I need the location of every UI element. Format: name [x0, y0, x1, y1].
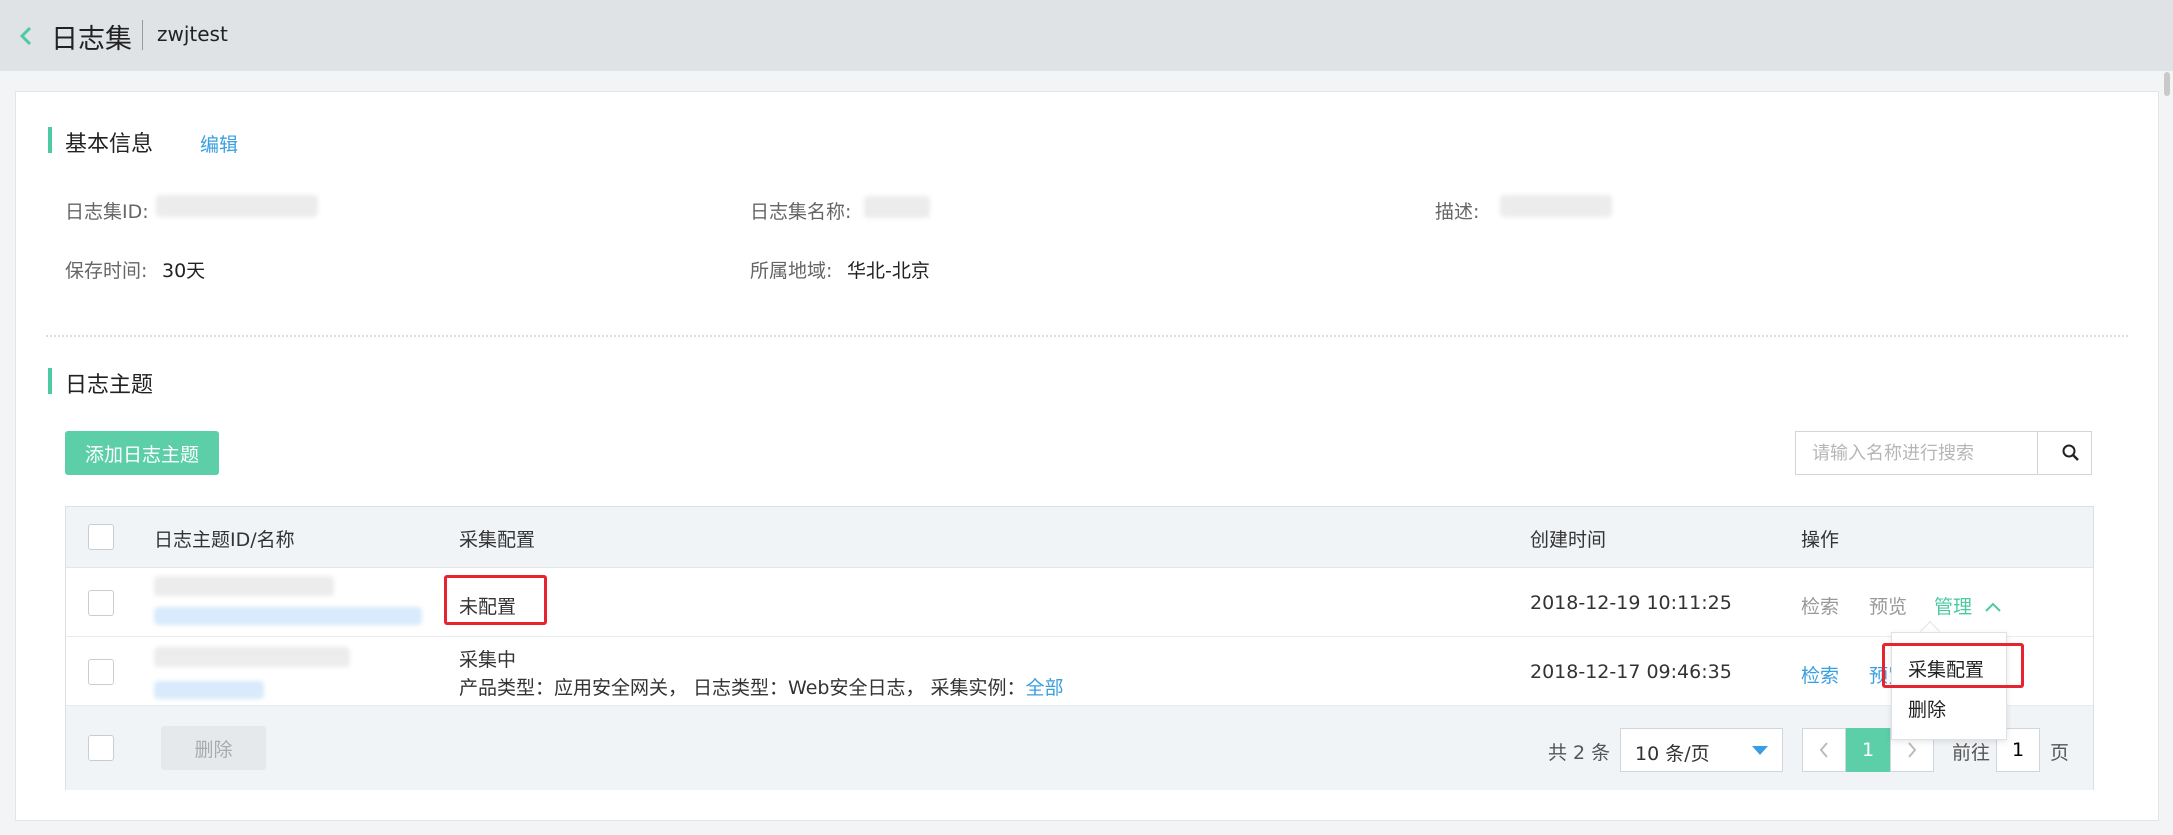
column-header: 日志主题ID/名称 — [154, 529, 295, 551]
edit-link[interactable]: 编辑 — [200, 130, 238, 157]
scrollbar[interactable] — [2164, 72, 2170, 96]
row-checkbox[interactable] — [88, 590, 114, 616]
table-row: 采集中 产品类型：应用安全网关， 日志类型：Web安全日志， 采集实例：全部 2… — [66, 637, 2093, 706]
chevron-right-icon — [1908, 742, 1917, 758]
section-divider — [46, 335, 2128, 337]
table-header: 日志主题ID/名称 采集配置 创建时间 操作 — [66, 507, 2093, 568]
add-topic-button[interactable]: 添加日志主题 — [65, 431, 219, 475]
search-box — [1795, 431, 2092, 475]
config-status: 采集中 — [459, 649, 517, 671]
footer-select-checkbox[interactable] — [88, 735, 114, 761]
batch-delete-button[interactable]: 删除 — [161, 726, 266, 770]
select-all-checkbox[interactable] — [88, 524, 114, 550]
topic-name-redacted[interactable] — [154, 607, 422, 625]
region-value: 华北-北京 — [847, 260, 930, 282]
page-size-select[interactable]: 10 条/页 — [1620, 728, 1783, 772]
prev-page-button[interactable] — [1802, 728, 1846, 772]
page-title: 日志集 — [51, 24, 132, 55]
chevron-up-icon — [1985, 602, 2001, 612]
region-label: 所属地域: — [750, 260, 833, 282]
row-checkbox[interactable] — [88, 659, 114, 685]
table-row: 未配置 2018-12-19 10:11:25 检索 预览 管理 — [66, 568, 2093, 637]
main-card: 基本信息 编辑 日志集ID: 日志集名称: 描述: 保存时间: 30天 所属地域… — [15, 91, 2159, 821]
search-action[interactable]: 检索 — [1801, 592, 1839, 619]
logset-name-label: 日志集名称: — [750, 201, 852, 223]
topic-name-redacted[interactable] — [154, 681, 264, 699]
page-suffix: 页 — [2050, 742, 2070, 764]
instances-all-link[interactable]: 全部 — [1026, 677, 1064, 699]
config-status: 未配置 — [459, 596, 517, 618]
goto-label: 前往 — [1952, 742, 1991, 764]
logset-name-value-redacted — [864, 196, 930, 218]
topics-title: 日志主题 — [65, 373, 154, 398]
topics-table: 日志主题ID/名称 采集配置 创建时间 操作 未配置 2018-12-19 10… — [65, 506, 2094, 790]
column-header: 创建时间 — [1530, 529, 1607, 551]
column-header: 采集配置 — [459, 529, 536, 551]
caret-down-icon — [1752, 746, 1768, 755]
logset-id-label: 日志集ID: — [65, 201, 149, 223]
logset-name: zwjtest — [157, 22, 228, 46]
topic-id-redacted — [154, 576, 334, 596]
topic-id-redacted — [154, 647, 350, 667]
retention-value: 30天 — [162, 260, 206, 282]
created-time: 2018-12-19 10:11:25 — [1530, 592, 1732, 614]
config-detail: 产品类型：应用安全网关， 日志类型：Web安全日志， 采集实例：全部 — [459, 673, 1064, 700]
description-value-redacted — [1500, 195, 1612, 217]
preview-action[interactable]: 预览 — [1869, 592, 1907, 619]
manage-dropdown: 采集配置 删除 — [1891, 632, 2007, 740]
column-header: 操作 — [1801, 529, 1840, 551]
chevron-left-icon — [1819, 742, 1828, 758]
menu-item-delete[interactable]: 删除 — [1908, 695, 1946, 722]
description-label: 描述: — [1435, 201, 1480, 223]
basic-info-title: 基本信息 — [65, 132, 154, 157]
section-marker — [48, 127, 52, 153]
top-bar: 日志集 zwjtest — [0, 0, 2173, 71]
search-input[interactable] — [1796, 432, 2037, 474]
manage-action[interactable]: 管理 — [1934, 592, 2002, 619]
section-marker — [48, 368, 52, 394]
logset-id-value-redacted — [156, 195, 318, 217]
table-footer: 删除 共 2 条 10 条/页 1 前往 页 — [66, 706, 2093, 790]
total-count: 共 2 条 — [1548, 742, 1611, 764]
page-size-value: 10 条/页 — [1635, 743, 1710, 765]
search-button[interactable] — [2037, 432, 2091, 474]
retention-label: 保存时间: — [65, 260, 148, 282]
back-arrow-icon[interactable] — [16, 22, 36, 50]
created-time: 2018-12-17 09:46:35 — [1530, 661, 1732, 683]
manage-label: 管理 — [1934, 596, 1973, 618]
search-icon — [2062, 444, 2079, 461]
config-detail-text: 产品类型：应用安全网关， 日志类型：Web安全日志， 采集实例： — [459, 677, 1026, 699]
menu-item-collect-config[interactable]: 采集配置 — [1908, 655, 1984, 682]
page-number-current[interactable]: 1 — [1846, 728, 1890, 772]
title-divider — [142, 20, 143, 50]
search-action[interactable]: 检索 — [1801, 661, 1839, 688]
